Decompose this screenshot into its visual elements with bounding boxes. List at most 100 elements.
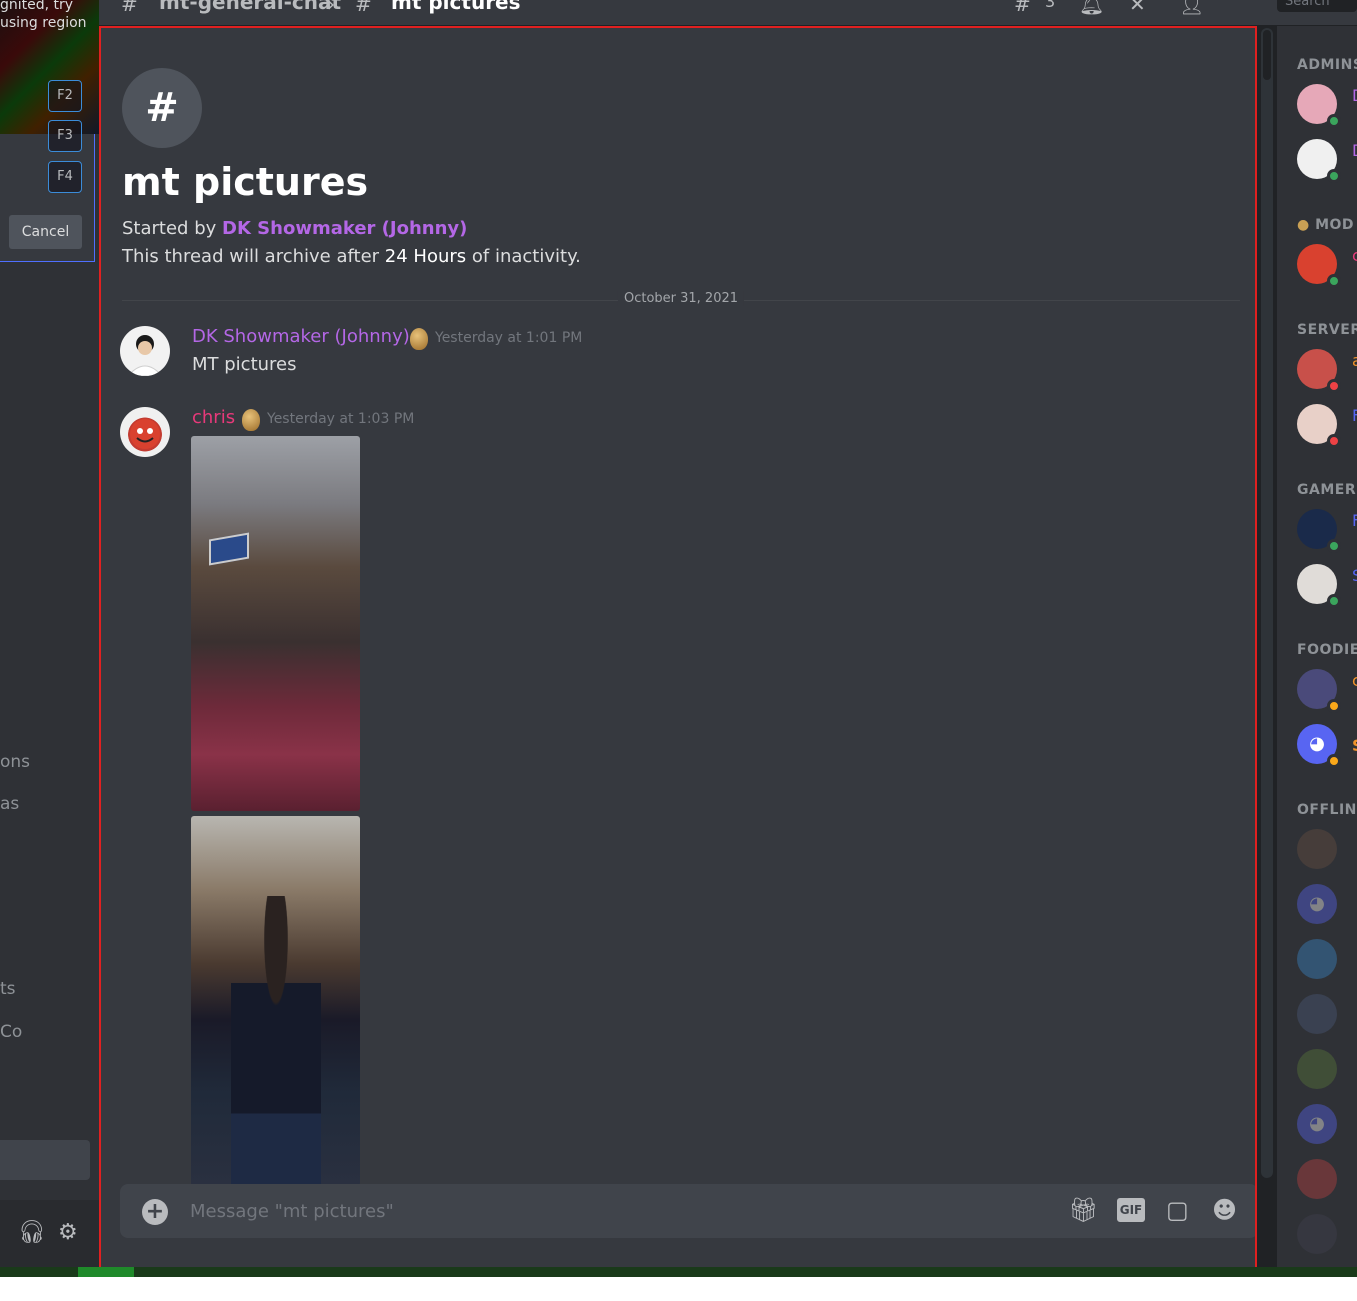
- member-group-admins: ADMINS: [1297, 57, 1357, 73]
- member-list: ADMINS D D ● MOD c SERVER a F GAMER F S …: [1277, 26, 1357, 1277]
- add-attachment-icon[interactable]: +: [142, 1199, 168, 1225]
- status-idle: [1327, 754, 1341, 768]
- member-group-gamer: GAMER: [1297, 482, 1357, 498]
- member-avatar[interactable]: [1297, 1049, 1337, 1089]
- search-input[interactable]: Search: [1277, 0, 1357, 12]
- member-group-server: SERVER: [1297, 322, 1357, 338]
- archive-prefix: This thread will archive after: [122, 246, 380, 267]
- started-by-author[interactable]: DK Showmaker (Johnny): [222, 218, 467, 239]
- discord-icon: ◕: [1309, 893, 1325, 914]
- message-author[interactable]: DK Showmaker (Johnny): [192, 326, 410, 347]
- archive-notice: This thread will archive after 24 Hours …: [122, 246, 581, 267]
- member-avatar[interactable]: F: [1297, 509, 1357, 553]
- status-dnd: [1327, 379, 1341, 393]
- photo-detail: [231, 896, 321, 1186]
- member-avatar[interactable]: ◕: [1297, 884, 1337, 924]
- member-avatar[interactable]: [1297, 829, 1337, 869]
- gift-icon[interactable]: 🎁︎: [1068, 1196, 1098, 1224]
- channel-fragment-4[interactable]: Co: [0, 1022, 22, 1042]
- f4-key[interactable]: F4: [48, 161, 82, 193]
- member-avatar[interactable]: c: [1297, 244, 1357, 288]
- gear-icon[interactable]: ⚙: [58, 1220, 78, 1245]
- member-group-offline: OFFLINE: [1297, 802, 1357, 818]
- headphones-icon[interactable]: 🎧︎: [18, 1220, 46, 1245]
- archive-suffix: of inactivity.: [471, 246, 581, 267]
- bottom-status-strip: [0, 1267, 1357, 1277]
- threads-icon[interactable]: #: [1014, 0, 1031, 16]
- gif-button[interactable]: GIF: [1117, 1198, 1145, 1222]
- status-online: [1327, 594, 1341, 608]
- cancel-button[interactable]: Cancel: [9, 215, 82, 249]
- member-avatar[interactable]: D: [1297, 139, 1357, 183]
- bell-icon[interactable]: 🔔︎: [1079, 0, 1104, 16]
- started-by-line: Started by DK Showmaker (Johnny): [122, 218, 467, 239]
- emoji-icon[interactable]: ☻: [1212, 1196, 1237, 1224]
- scrollbar-thumb[interactable]: [1263, 30, 1271, 80]
- preview-image: gnited, try using region: [0, 0, 99, 134]
- role-badge-icon: [410, 328, 428, 350]
- message-text: MT pictures: [192, 354, 297, 375]
- discord-icon: ◕: [1309, 733, 1325, 754]
- status-dnd: [1327, 434, 1341, 448]
- voice-status-box: [0, 1140, 90, 1180]
- message-author[interactable]: chris: [192, 407, 235, 428]
- member-avatar[interactable]: ◕: [1297, 1104, 1337, 1144]
- member-group-foodie: FOODIE: [1297, 642, 1357, 658]
- status-online: [1327, 274, 1341, 288]
- keybind-panel: gnited, try using region F2 F3 F4 Cancel: [0, 0, 99, 262]
- thread-hashtag: #: [145, 85, 179, 131]
- sticker-icon[interactable]: ▢: [1166, 1196, 1189, 1224]
- archive-duration[interactable]: 24 Hours: [385, 246, 466, 267]
- member-avatar[interactable]: S: [1297, 564, 1357, 608]
- member-avatar[interactable]: F: [1297, 404, 1357, 448]
- thread-title: mt pictures: [122, 160, 369, 204]
- members-icon[interactable]: 👤︎: [1179, 0, 1204, 16]
- discord-icon: ◕: [1309, 1113, 1325, 1134]
- chevron-right-icon: ›: [327, 0, 335, 16]
- channel-fragment-3[interactable]: ts: [0, 979, 16, 999]
- scrollbar[interactable]: [1261, 28, 1273, 1178]
- member-group-mod-label: MOD: [1315, 217, 1355, 233]
- message-composer: + 🎁︎ GIF ▢ ☻: [120, 1184, 1255, 1238]
- status-online: [1327, 539, 1341, 553]
- message-timestamp: Yesterday at 1:01 PM: [435, 330, 583, 346]
- member-avatar[interactable]: [1297, 939, 1337, 979]
- member-avatar[interactable]: a: [1297, 349, 1357, 393]
- breadcrumb-channel[interactable]: mt-general-chat: [159, 0, 341, 14]
- left-sidebar: gnited, try using region F2 F3 F4 Cancel…: [0, 0, 99, 1277]
- channel-fragment-1[interactable]: ons: [0, 752, 30, 772]
- member-avatar[interactable]: [1297, 994, 1337, 1034]
- f2-key[interactable]: F2: [48, 80, 82, 112]
- member-avatar[interactable]: ◕S: [1297, 724, 1357, 768]
- image-attachment[interactable]: [191, 436, 360, 811]
- role-badge-icon: [242, 409, 260, 431]
- member-avatar[interactable]: [1297, 1214, 1337, 1254]
- member-avatar[interactable]: D: [1297, 84, 1357, 128]
- pin-icon[interactable]: ✕: [1129, 0, 1146, 16]
- avatar[interactable]: [120, 326, 170, 376]
- date-divider: October 31, 2021: [122, 291, 1240, 306]
- message-input[interactable]: [190, 1196, 990, 1226]
- hashtag-icon: #: [121, 0, 138, 16]
- progress-segment: [78, 1267, 134, 1277]
- thread-panel: # mt pictures Started by DK Showmaker (J…: [99, 26, 1257, 1277]
- message-timestamp: Yesterday at 1:03 PM: [267, 411, 415, 427]
- member-avatar[interactable]: c: [1297, 669, 1357, 713]
- channel-fragment-2[interactable]: as: [0, 794, 19, 814]
- photo-detail: [209, 532, 249, 566]
- hint-text-1: gnited, try: [0, 0, 74, 13]
- status-idle: [1327, 699, 1341, 713]
- discord-app: gnited, try using region F2 F3 F4 Cancel…: [0, 0, 1357, 1277]
- thread-icon: #: [122, 68, 202, 148]
- breadcrumb-thread: mt pictures: [391, 0, 521, 14]
- header-bar: # mt-general-chat › # mt pictures # 3 🔔︎…: [99, 0, 1357, 26]
- status-online: [1327, 169, 1341, 183]
- thread-icon: #: [355, 0, 372, 16]
- member-avatar[interactable]: [1297, 1159, 1337, 1199]
- image-attachment[interactable]: [191, 816, 360, 1186]
- f3-key[interactable]: F3: [48, 120, 82, 152]
- user-panel: 🎧︎ ⚙: [0, 1200, 99, 1277]
- threads-count: 3: [1045, 0, 1056, 11]
- avatar[interactable]: [120, 407, 170, 457]
- started-by-prefix: Started by: [122, 218, 217, 239]
